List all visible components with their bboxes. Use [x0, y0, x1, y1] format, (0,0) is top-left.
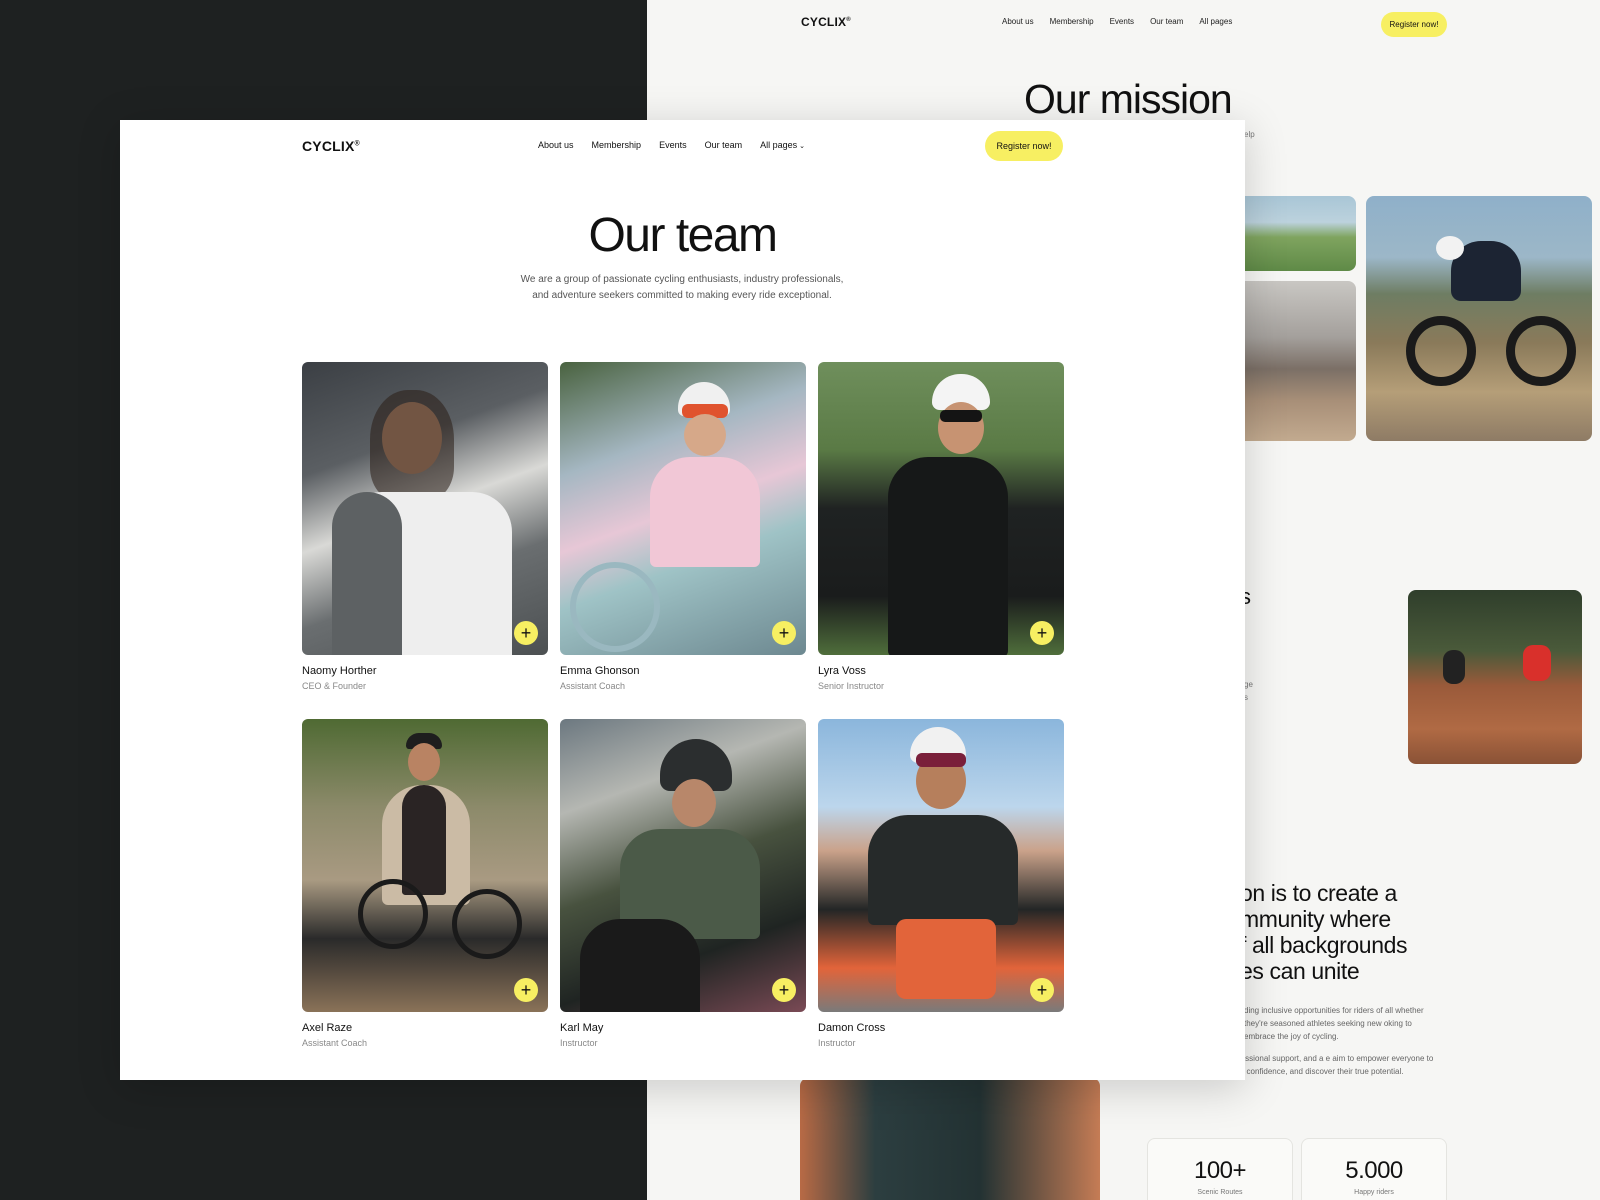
team-member-role: Instructor — [560, 1038, 598, 1048]
expand-plus-icon[interactable]: + — [1030, 621, 1054, 645]
team-member-photo: + — [818, 719, 1064, 1012]
team-member-photo: + — [560, 719, 806, 1012]
logo[interactable]: CYCLIX® — [302, 138, 360, 154]
team-member-role: Instructor — [818, 1038, 856, 1048]
register-button[interactable]: Register now! — [985, 131, 1063, 161]
stat-card-routes: 100+ Scenic Routes — [1147, 1138, 1293, 1200]
expand-plus-icon[interactable]: + — [514, 621, 538, 645]
photo-cyclist-mountain — [1230, 281, 1356, 441]
back-menu-events[interactable]: Events — [1110, 17, 1134, 26]
nav-events[interactable]: Events — [659, 140, 687, 150]
photo-mountain-bikers — [1408, 590, 1582, 764]
stat-label: Happy riders — [1354, 1189, 1394, 1196]
team-member-photo: + — [302, 362, 548, 655]
team-member-role: CEO & Founder — [302, 681, 367, 691]
nav-about-us[interactable]: About us — [538, 140, 574, 150]
team-member-name: Naomy Horther — [302, 665, 377, 677]
page-title: Our team — [588, 209, 778, 262]
mission-paragraph-1: ding inclusive opportunities for riders … — [1244, 1006, 1424, 1041]
team-member-role: Assistant Coach — [560, 681, 626, 691]
photo-cyclist-track — [1230, 196, 1356, 271]
team-member-name: Axel Raze — [302, 1022, 353, 1034]
team-page: CYCLIX® About us Membership Events Our t… — [120, 120, 1245, 1080]
back-page-logo[interactable]: CYCLIX® — [801, 15, 851, 29]
nav-membership[interactable]: Membership — [592, 140, 642, 150]
back-menu-membership[interactable]: Membership — [1050, 17, 1094, 26]
team-card-damon[interactable]: + Damon Cross Instructor — [818, 719, 1064, 1048]
team-card-naomy[interactable]: + Naomy Horther CEO & Founder — [302, 362, 548, 691]
team-member-name: Karl May — [560, 1022, 604, 1034]
team-member-role: Senior Instructor — [818, 681, 885, 691]
page-description: We are a group of passionate cycling ent… — [520, 274, 844, 301]
team-member-photo: + — [302, 719, 548, 1012]
stat-label: Scenic Routes — [1197, 1189, 1243, 1196]
stat-value: 100+ — [1193, 1157, 1247, 1184]
team-card-axel[interactable]: + Axel Raze Assistant Coach — [302, 719, 548, 1048]
team-member-photo: + — [818, 362, 1064, 655]
team-member-name: Lyra Voss — [818, 665, 866, 677]
team-member-name: Emma Ghonson — [560, 665, 640, 677]
mission-subtitle-fragment: elp — [1244, 130, 1255, 139]
back-menu-our-team[interactable]: Our team — [1150, 17, 1183, 26]
back-register-button[interactable]: Register now! — [1381, 12, 1447, 37]
nav-menu: About us Membership Events Our team All … — [538, 140, 805, 150]
expand-plus-icon[interactable]: + — [1030, 978, 1054, 1002]
team-member-photo: + — [560, 362, 806, 655]
nav-all-pages[interactable]: All pages ⌄ — [760, 140, 805, 150]
team-member-name: Damon Cross — [818, 1022, 886, 1034]
team-card-lyra[interactable]: + Lyra Voss Senior Instructor — [818, 362, 1064, 691]
section-text-fragment-1: ge — [1244, 680, 1253, 689]
back-menu-about[interactable]: About us — [1002, 17, 1034, 26]
chevron-down-icon: ⌄ — [799, 143, 805, 150]
back-menu-all-pages[interactable]: All pages — [1199, 17, 1232, 26]
back-page-navbar: CYCLIX® About us Membership Events Our t… — [647, 12, 1600, 48]
photo-cyclist-aero — [1366, 196, 1592, 441]
stat-value: 5.000 — [1345, 1157, 1403, 1184]
expand-plus-icon[interactable]: + — [772, 621, 796, 645]
back-page-menu: About us Membership Events Our team All … — [1002, 17, 1232, 26]
mission-title: Our mission — [1024, 76, 1233, 122]
team-card-karl[interactable]: + Karl May Instructor — [560, 719, 806, 1048]
expand-plus-icon[interactable]: + — [772, 978, 796, 1002]
navbar: CYCLIX® About us Membership Events Our t… — [120, 130, 1245, 162]
stat-card-riders: 5.000 Happy riders — [1301, 1138, 1447, 1200]
nav-our-team[interactable]: Our team — [705, 140, 743, 150]
team-card-emma[interactable]: + Emma Ghonson Assistant Coach — [560, 362, 806, 691]
photo-rider-jersey — [800, 1078, 1100, 1200]
expand-plus-icon[interactable]: + — [514, 978, 538, 1002]
mission-statement: on is to create a mmunity where f all ba… — [1240, 880, 1408, 984]
team-member-role: Assistant Coach — [302, 1038, 368, 1048]
